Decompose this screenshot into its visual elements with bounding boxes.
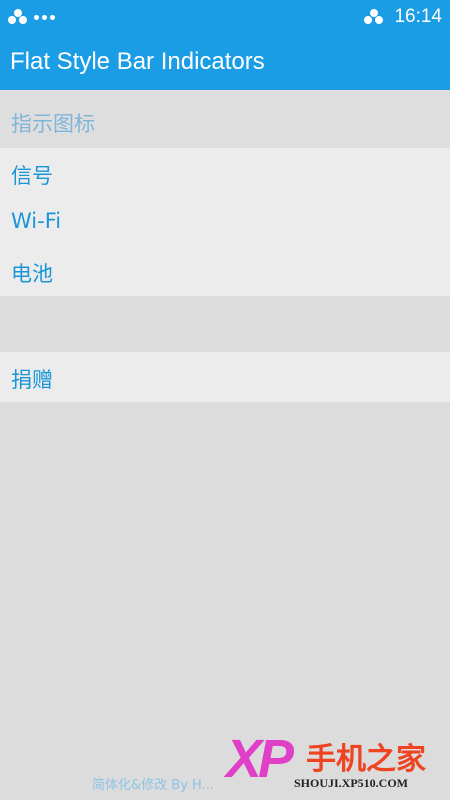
status-right-icons: 16:14: [364, 6, 442, 28]
settings-item-signal[interactable]: 信号: [0, 148, 450, 198]
cluster-icon: [364, 9, 384, 25]
category-label: 指示图标: [11, 112, 95, 136]
settings-group: 信号 Wi-Fi 电池: [0, 148, 450, 296]
donate-group: 捐赠: [0, 352, 450, 402]
app-title: Flat Style Bar Indicators: [10, 48, 265, 75]
settings-item-label: Wi-Fi: [11, 209, 62, 233]
status-bar: 16:14: [0, 0, 450, 34]
app-bar: Flat Style Bar Indicators: [0, 34, 450, 90]
status-clock: 16:14: [394, 6, 442, 27]
settings-item-battery[interactable]: 电池: [0, 246, 450, 296]
settings-item-label: 电池: [11, 262, 53, 286]
watermark-logo: XP 手机之家 SHOUJI.XP510.COM: [226, 732, 446, 796]
settings-item-donate[interactable]: 捐赠: [0, 352, 450, 402]
watermark-brand: 手机之家: [306, 742, 426, 777]
footer-credit: 简体化&修改 By H...: [92, 778, 214, 793]
watermark-url: SHOUJI.XP510.COM: [294, 776, 408, 790]
status-left-icons: [8, 9, 55, 25]
settings-item-wifi[interactable]: Wi-Fi: [0, 197, 450, 247]
more-dots-icon: [34, 14, 55, 20]
settings-item-label: 捐赠: [11, 368, 53, 392]
watermark-xp-logo: XP: [226, 729, 294, 789]
category-header: 指示图标: [0, 90, 450, 148]
cluster-icon: [8, 9, 28, 25]
settings-item-label: 信号: [11, 164, 53, 188]
